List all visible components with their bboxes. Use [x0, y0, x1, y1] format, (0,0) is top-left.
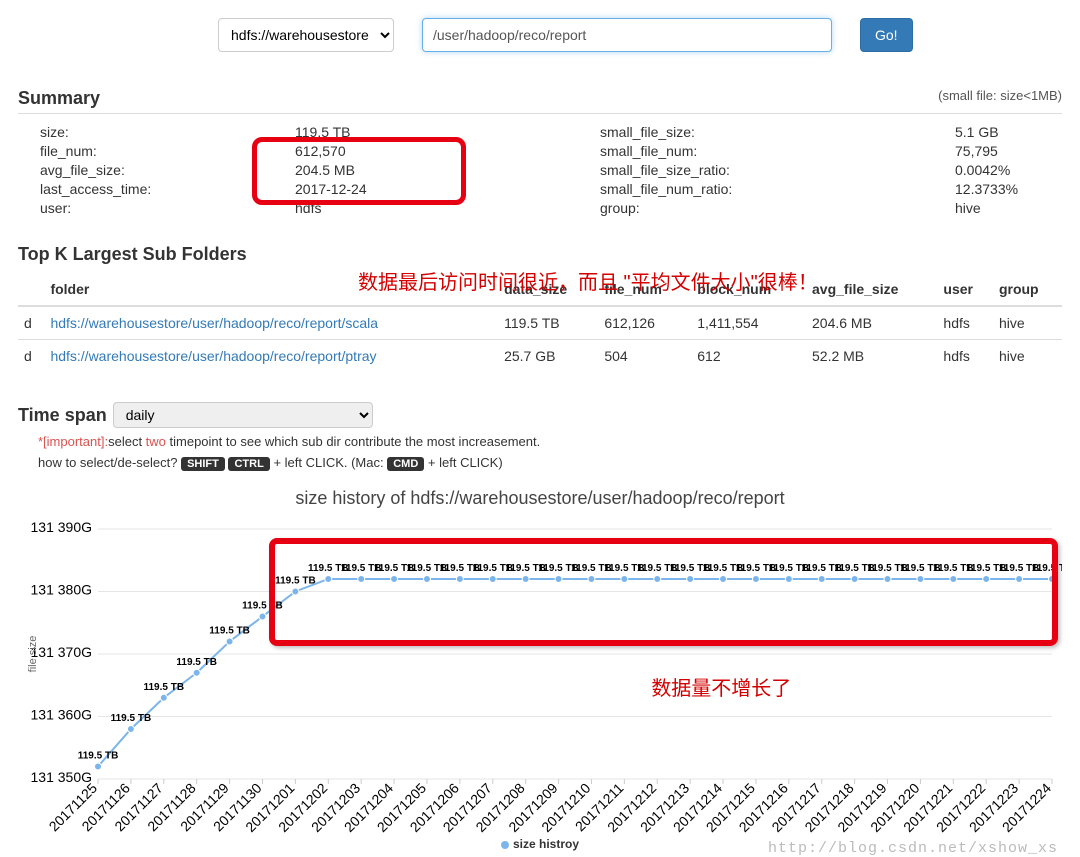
svg-text:119.5 TB: 119.5 TB — [209, 626, 250, 637]
annotation-2: 数据量不增长了 — [651, 672, 791, 701]
svg-text:file size: file size — [27, 636, 39, 673]
kbd-shift: SHIFT — [181, 457, 225, 471]
svg-text:131 390G: 131 390G — [31, 519, 93, 535]
hint-line-1: *[important]:select two timepoint to see… — [38, 434, 1062, 449]
hint-star: *[important]: — [38, 434, 108, 449]
watermark: http://blog.csdn.net/xshow_xs — [768, 840, 1058, 857]
table-row: dhdfs://warehousestore/user/hadoop/reco/… — [18, 340, 1062, 373]
hint-line-2: how to select/de-select? SHIFT CTRL + le… — [38, 455, 1062, 470]
chart-container: size history of hdfs://warehousestore/us… — [18, 488, 1062, 851]
path-input[interactable] — [422, 18, 832, 52]
svg-text:131 370G: 131 370G — [31, 644, 93, 660]
kbd-cmd: CMD — [387, 457, 424, 471]
annotation-1: 数据最后访问时间很近，而且 "平均文件大小"很棒！ — [358, 266, 818, 295]
scheme-select[interactable]: hdfs://warehousestore — [218, 18, 394, 52]
svg-text:131 350G: 131 350G — [31, 769, 93, 785]
svg-text:119.5 TB: 119.5 TB — [143, 682, 184, 693]
svg-text:119.5 TB: 119.5 TB — [111, 713, 152, 724]
summary-block: size:file_num:avg_file_size:last_access_… — [18, 118, 1062, 236]
folder-link[interactable]: hdfs://warehousestore/user/hadoop/reco/r… — [50, 348, 376, 364]
size-history-chart[interactable]: 131 350G 131 360G 131 370G 131 380G 131 390G… — [18, 519, 1062, 839]
chart-title: size history of hdfs://warehousestore/us… — [18, 488, 1062, 509]
svg-text:119.5 TB: 119.5 TB — [78, 751, 119, 762]
svg-text:119.5 TB: 119.5 TB — [275, 576, 316, 587]
topbar: hdfs://warehousestore Go! — [18, 0, 1062, 80]
svg-text:119.5 TB: 119.5 TB — [1032, 563, 1062, 574]
svg-text:119.5 TB: 119.5 TB — [242, 601, 283, 612]
svg-text:131 360G: 131 360G — [31, 707, 93, 723]
folder-link[interactable]: hdfs://warehousestore/user/hadoop/reco/r… — [50, 315, 378, 331]
kbd-ctrl: CTRL — [228, 457, 269, 471]
go-button[interactable]: Go! — [860, 18, 913, 52]
small-file-note: (small file: size<1MB) — [938, 88, 1062, 103]
time-span-label: Time span — [18, 405, 107, 426]
svg-text:131 380G: 131 380G — [31, 582, 93, 598]
summary-title: Summary (small file: size<1MB) — [18, 88, 1062, 114]
table-row: dhdfs://warehousestore/user/hadoop/reco/… — [18, 306, 1062, 340]
time-span-select[interactable]: daily — [113, 402, 373, 428]
time-span-row: Time span daily — [18, 402, 1062, 428]
svg-text:119.5 TB: 119.5 TB — [176, 657, 217, 668]
summary-title-text: Summary — [18, 88, 100, 108]
